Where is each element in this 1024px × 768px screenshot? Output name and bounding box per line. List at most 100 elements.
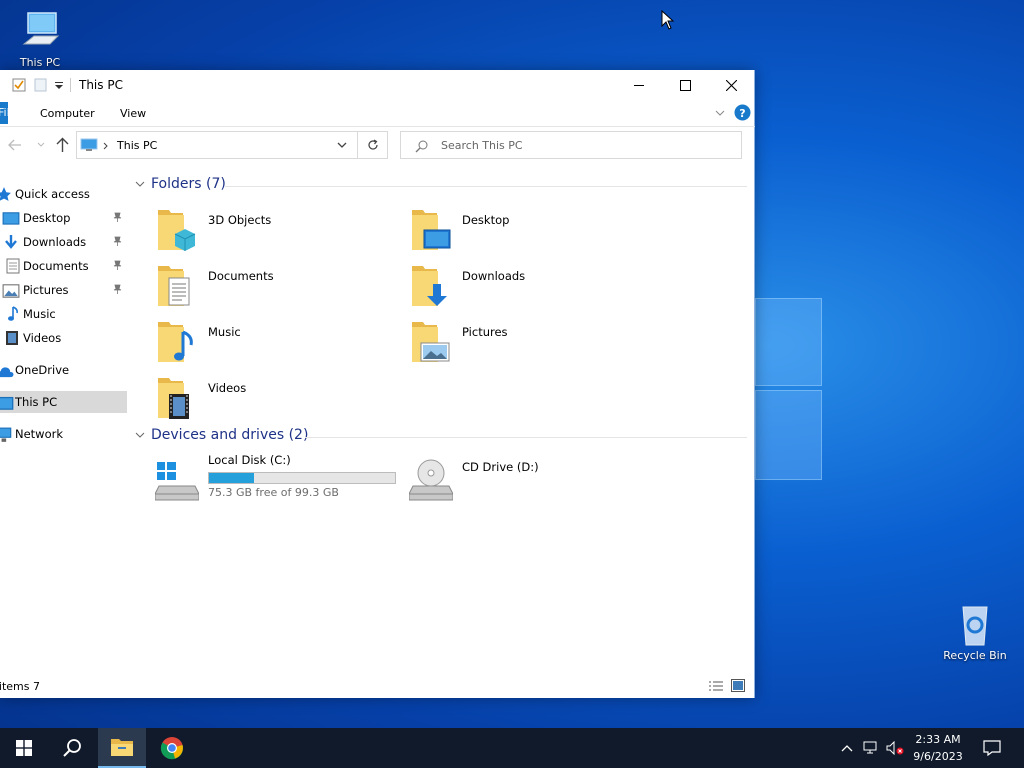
divider — [70, 78, 71, 92]
properties-icon[interactable] — [12, 78, 26, 92]
window-title: This PC — [79, 78, 123, 92]
desktop-icon — [2, 212, 20, 225]
nav-this-pc[interactable]: This PC — [0, 391, 127, 413]
drive-name: Local Disk (C:) — [208, 453, 291, 467]
nav-item-videos[interactable]: Videos — [0, 327, 127, 349]
nav-quick-access[interactable]: Quick access — [0, 183, 127, 205]
navigation-pane: Quick access Desktop Downloads Documents — [0, 180, 127, 680]
drive-free-space: 75.3 GB free of 99.3 GB — [208, 486, 339, 499]
show-hidden-icons-button[interactable] — [836, 728, 858, 768]
drive-usage-bar — [208, 472, 396, 484]
chevron-down-icon — [135, 181, 145, 187]
search-button[interactable] — [48, 728, 96, 768]
address-dropdown-icon[interactable] — [337, 142, 347, 149]
group-header-folders[interactable]: Folders (7) — [135, 176, 226, 192]
up-arrow-icon[interactable] — [56, 137, 69, 152]
ribbon: Computer View ? — [0, 100, 755, 126]
ribbon-divider — [0, 126, 755, 127]
folder-name: Desktop — [462, 213, 510, 227]
drive-tile-cd-drive[interactable]: CD Drive (D:) — [391, 450, 631, 506]
chrome-icon — [160, 737, 184, 760]
folder-music-icon — [158, 322, 193, 362]
downloads-icon — [5, 235, 17, 249]
folder-desktop-icon — [412, 210, 451, 250]
computer-icon — [22, 12, 60, 45]
windows-start-icon — [16, 740, 32, 756]
maximize-button[interactable] — [662, 70, 708, 100]
chevron-down-icon[interactable] — [55, 82, 63, 90]
nav-item-desktop[interactable]: Desktop — [0, 207, 127, 229]
clock-time: 2:33 AM — [915, 733, 961, 746]
nav-label: Quick access — [15, 187, 90, 201]
folder-tile-desktop[interactable]: Desktop — [391, 202, 631, 252]
network-status-button[interactable] — [860, 728, 882, 768]
pictures-icon — [2, 284, 20, 298]
taskbar-file-explorer[interactable] — [98, 728, 146, 768]
recycle-bin-icon — [962, 606, 988, 646]
folder-tile-music[interactable]: Music — [137, 314, 377, 364]
address-bar[interactable]: This PC — [76, 131, 358, 159]
chevron-right-icon[interactable] — [103, 142, 108, 150]
large-icons-view-icon[interactable] — [731, 679, 745, 692]
help-icon[interactable]: ? — [734, 104, 751, 121]
nav-label: Network — [15, 427, 64, 441]
taskbar: 2:33 AM 9/6/2023 — [0, 728, 1024, 768]
title-bar[interactable]: This PC — [0, 70, 755, 100]
nav-network[interactable]: Network — [0, 423, 127, 445]
action-center-button[interactable] — [978, 728, 1006, 768]
nav-item-downloads[interactable]: Downloads — [0, 231, 127, 253]
pin-icon[interactable] — [113, 212, 122, 222]
folder-name: Pictures — [462, 325, 508, 339]
pin-icon[interactable] — [113, 260, 122, 270]
clock[interactable]: 2:33 AM 9/6/2023 — [905, 731, 971, 765]
videos-icon — [6, 331, 18, 345]
tab-computer[interactable]: Computer — [40, 107, 95, 120]
taskbar-chrome[interactable] — [148, 728, 196, 768]
expand-ribbon-icon[interactable] — [715, 110, 725, 116]
folder-tile-3d-objects[interactable]: 3D Objects — [137, 202, 377, 252]
folder-tile-documents[interactable]: Documents — [137, 258, 377, 308]
desktop-icon-this-pc[interactable]: This PC — [0, 10, 80, 69]
nav-onedrive[interactable]: OneDrive — [0, 359, 127, 381]
network-icon — [0, 427, 12, 442]
pin-icon[interactable] — [113, 284, 122, 294]
new-folder-icon[interactable] — [34, 78, 47, 92]
group-header-devices[interactable]: Devices and drives (2) — [135, 427, 308, 443]
details-view-icon[interactable] — [708, 680, 724, 692]
desktop-icon-recycle-bin[interactable]: Recycle Bin — [935, 603, 1015, 662]
this-pc-icon — [0, 396, 14, 410]
nav-item-documents[interactable]: Documents — [0, 255, 127, 277]
group-divider — [225, 186, 747, 187]
folder-tile-downloads[interactable]: Downloads — [391, 258, 631, 308]
volume-button[interactable] — [884, 728, 906, 768]
drive-tile-local-disk[interactable]: Local Disk (C:) 75.3 GB free of 99.3 GB — [137, 450, 396, 506]
close-button[interactable] — [708, 70, 754, 100]
back-arrow-icon[interactable] — [8, 139, 22, 151]
mouse-cursor-icon — [661, 10, 675, 30]
nav-label: This PC — [15, 395, 58, 409]
content-pane: Folders (7) 3D Objects Desktop Documents… — [130, 170, 750, 670]
cd-drive-icon — [409, 459, 453, 501]
documents-icon — [6, 258, 20, 274]
minimize-button[interactable] — [616, 70, 662, 100]
refresh-icon — [367, 139, 378, 150]
folder-name: 3D Objects — [208, 213, 272, 227]
pin-icon[interactable] — [113, 236, 122, 246]
folder-name: Music — [208, 325, 241, 339]
address-path: This PC — [117, 139, 158, 152]
tab-view[interactable]: View — [120, 107, 146, 120]
folder-tile-pictures[interactable]: Pictures — [391, 314, 631, 364]
folder-tile-videos[interactable]: Videos — [137, 370, 377, 420]
refresh-button[interactable] — [358, 131, 388, 159]
cloud-icon — [0, 367, 14, 378]
group-header-label: Folders (7) — [151, 176, 226, 192]
nav-label: Downloads — [23, 235, 87, 249]
start-button[interactable] — [0, 728, 48, 768]
chevron-down-icon — [135, 432, 145, 438]
nav-item-music[interactable]: Music — [0, 303, 127, 325]
recent-locations-icon[interactable] — [37, 142, 45, 148]
search-input[interactable]: Search This PC — [400, 131, 742, 159]
drive-usage-fill — [209, 473, 254, 483]
nav-item-pictures[interactable]: Pictures — [0, 279, 127, 301]
close-icon — [725, 79, 737, 91]
